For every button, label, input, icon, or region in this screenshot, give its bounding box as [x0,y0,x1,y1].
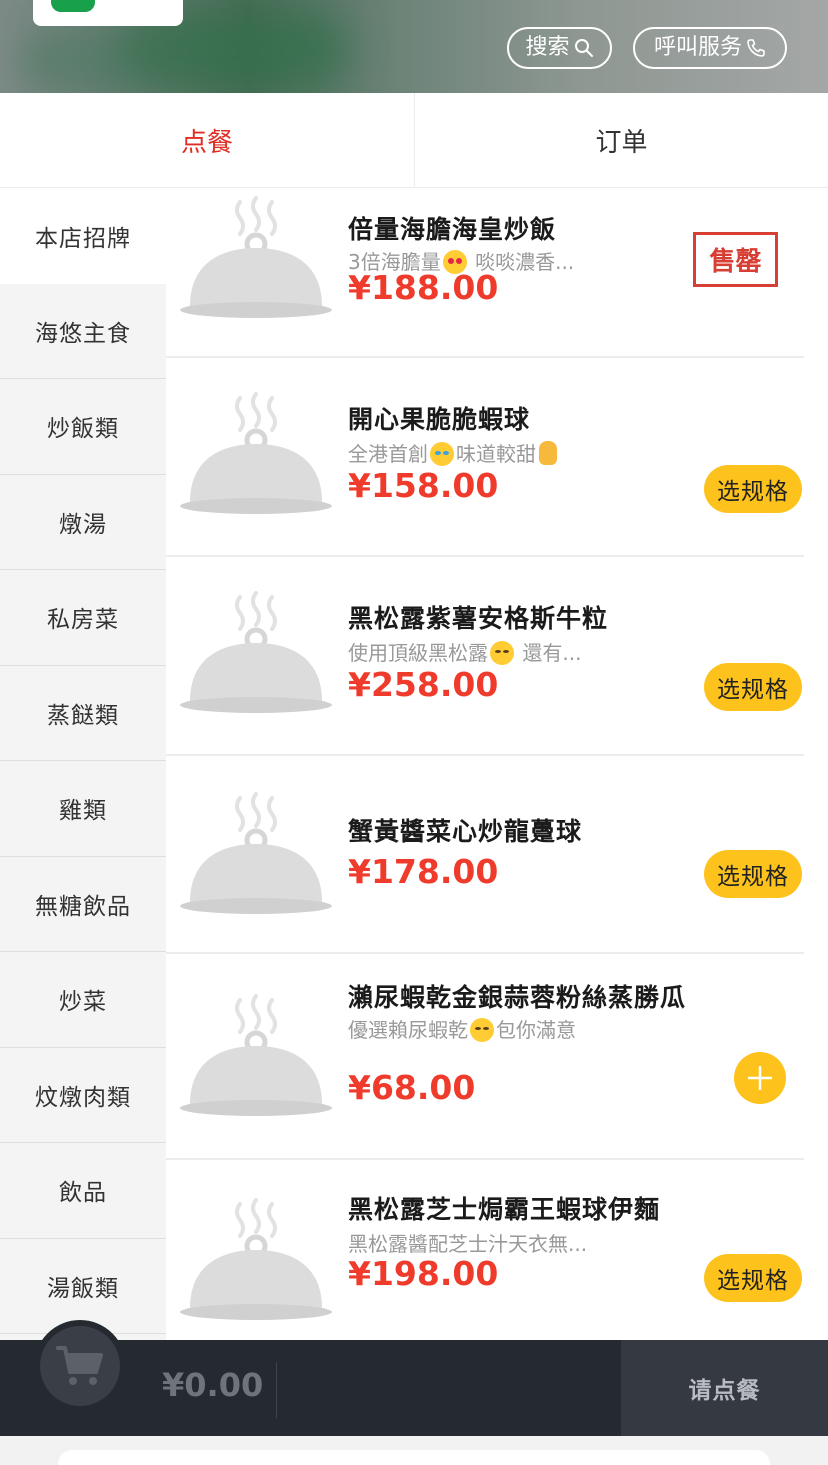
sidebar-item-stir-fry[interactable]: 炒菜 [0,952,166,1048]
dish-name: 蟹黃醬菜心炒龍躉球 [348,817,583,846]
food-placeholder-icon [180,196,332,318]
dish-name: 倍量海膽海皇炒飯 [348,215,557,244]
list-item[interactable]: 開心果脆脆蝦球 全港首創 味道較甜 ¥158.00 选规格 [166,358,828,557]
sold-out-badge: 售罄 [693,232,778,287]
sidebar-item-steamed[interactable]: 蒸餸類 [0,666,166,761]
sidebar-item-staple[interactable]: 海悠主食 [0,284,166,379]
cart-button[interactable] [34,1320,126,1412]
search-label: 搜索 [525,35,570,60]
sidebar-item-braised-meat[interactable]: 炆燉肉類 [0,1048,166,1143]
store-header: 搜索 呼叫服务 [0,0,828,93]
dish-name: 開心果脆脆蝦球 [348,405,531,434]
menu-page: 搜索 呼叫服务 点餐 订单 本店招牌 海悠主食 炒飯類 燉湯 私房菜 蒸餸類 雞… [0,0,828,1465]
dish-price: ¥258.00 [348,665,499,704]
food-placeholder-icon [180,591,332,713]
dish-name: 黑松露芝士焗霸王蝦球伊麵 [348,1195,661,1224]
shopping-cart-icon [56,1346,103,1385]
search-button[interactable]: 搜索 [507,27,612,69]
call-service-button[interactable]: 呼叫服务 [633,27,787,69]
phone-icon [747,39,765,57]
dish-description: 優選賴尿蝦乾 包你滿意 [348,1018,576,1042]
dish-name: 黑松露紫薯安格斯牛粒 [348,604,609,633]
select-spec-button[interactable]: 选规格 [704,465,802,513]
list-item[interactable]: 黑松露芝士焗霸王蝦球伊麵 黑松露醬配芝士汁天衣無... ¥198.00 选规格 [166,1160,828,1340]
food-placeholder-icon [180,994,332,1116]
category-sidebar: 本店招牌 海悠主食 炒飯類 燉湯 私房菜 蒸餸類 雞類 無糖飲品 炒菜 炆燉肉類… [0,188,166,1340]
dish-price: ¥188.00 [348,268,499,307]
dish-description: 全港首創 味道較甜 [348,438,557,467]
sidebar-item-fried-rice[interactable]: 炒飯類 [0,379,166,475]
list-item[interactable]: 黑松露紫薯安格斯牛粒 使用頂級黑松露 還有... ¥258.00 选规格 [166,557,828,756]
list-item[interactable]: 倍量海膽海皇炒飯 3倍海膽量 啖啖濃香... ¥188.00 售罄 [166,188,828,358]
select-spec-button[interactable]: 选规格 [704,663,802,711]
tab-order[interactable]: 点餐 [0,93,414,188]
cart-bar: ¥0.00 请点餐 [0,1320,828,1436]
sidebar-item-private-dishes[interactable]: 私房菜 [0,570,166,666]
sidebar-item-drinks[interactable]: 飲品 [0,1143,166,1239]
call-service-label: 呼叫服务 [653,35,742,60]
laughing-emoji-icon [430,442,454,466]
dish-name: 瀨尿蝦乾金銀蒜蓉粉絲蒸勝瓜 [348,983,687,1012]
food-placeholder-icon [180,392,332,514]
dish-price: ¥68.00 [348,1068,476,1107]
dish-price: ¥198.00 [348,1254,499,1293]
select-spec-button[interactable]: 选规格 [704,850,802,898]
food-placeholder-icon [180,792,332,914]
add-to-cart-button[interactable] [734,1052,786,1104]
plus-icon [748,1066,772,1090]
hugging-emoji-icon [470,1018,494,1042]
search-icon [574,39,593,57]
dish-list: 倍量海膽海皇炒飯 3倍海膽量 啖啖濃香... ¥188.00 售罄 開心果脆脆蝦… [166,188,828,1340]
sidebar-item-sugar-free-drinks[interactable]: 無糖飲品 [0,857,166,952]
top-tabs: 点餐 订单 [0,93,828,188]
store-logo [33,0,183,26]
cart-total: ¥0.00 [162,1366,264,1404]
dish-description: 黑松露醬配芝士汁天衣無... [348,1232,588,1256]
tab-bill[interactable]: 订单 [414,93,828,188]
sidebar-item-signature[interactable]: 本店招牌 [0,188,166,284]
victory-hand-emoji-icon [539,441,557,465]
select-spec-button[interactable]: 选规格 [704,1254,802,1302]
sidebar-item-chicken[interactable]: 雞類 [0,761,166,857]
sidebar-item-stewed-soup[interactable]: 燉湯 [0,475,166,570]
dish-price: ¥158.00 [348,466,499,505]
food-placeholder-icon [180,1198,332,1320]
dish-description: 使用頂級黑松露 還有... [348,641,582,665]
hugging-emoji-icon [490,641,514,665]
list-item[interactable]: 蟹黃醬菜心炒龍躉球 ¥178.00 选规格 [166,756,828,954]
list-item[interactable]: 瀨尿蝦乾金銀蒜蓉粉絲蒸勝瓜 優選賴尿蝦乾 包你滿意 ¥68.00 [166,954,828,1160]
bottom-input-bar [58,1450,770,1465]
checkout-button[interactable]: 请点餐 [621,1340,828,1436]
dish-price: ¥178.00 [348,852,499,891]
